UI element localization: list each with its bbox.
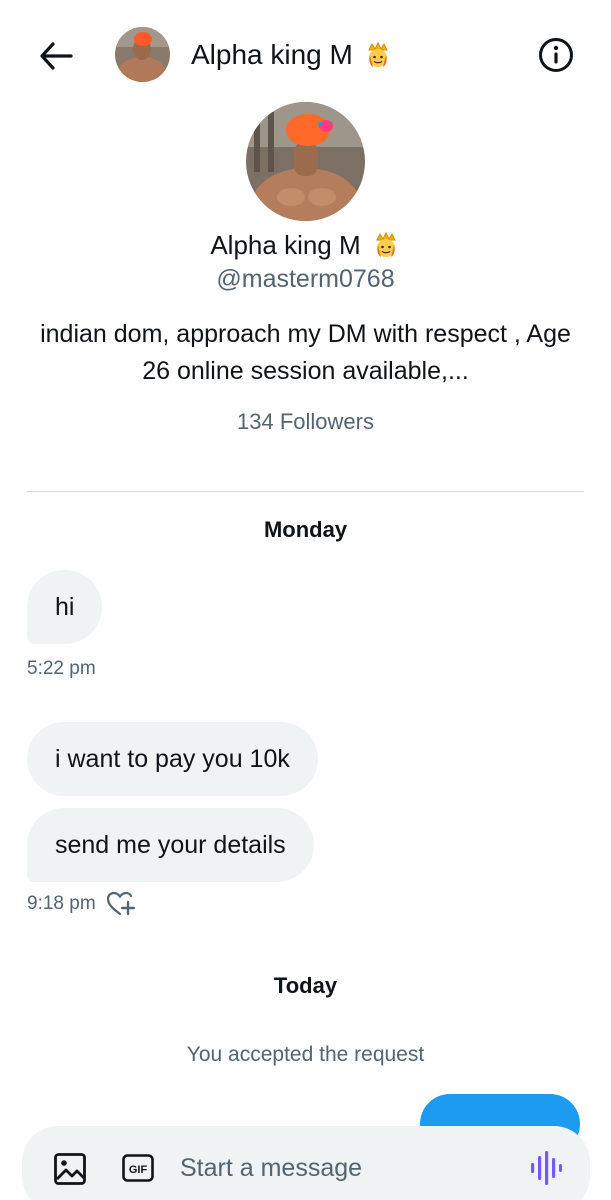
message-input[interactable] bbox=[180, 1150, 500, 1186]
crown-emoji-icon bbox=[368, 41, 388, 67]
message-bubble[interactable]: send me your details bbox=[27, 808, 314, 882]
add-reaction-icon[interactable] bbox=[106, 890, 136, 918]
header-avatar[interactable] bbox=[115, 27, 170, 82]
profile-handle: @masterm0768 bbox=[216, 265, 395, 293]
back-button[interactable] bbox=[36, 36, 76, 76]
crown-emoji-icon bbox=[375, 231, 396, 257]
message-text: hi bbox=[55, 593, 75, 621]
profile-avatar[interactable] bbox=[246, 102, 365, 221]
header-name-text: Alpha king M bbox=[191, 39, 353, 70]
voice-wave-icon[interactable] bbox=[527, 1148, 563, 1188]
profile-name: Alpha king M bbox=[0, 228, 611, 262]
request-accepted-note: You accepted the request bbox=[186, 1043, 425, 1066]
profile-followers-link[interactable]: 134 Followers bbox=[0, 406, 611, 438]
message-composer: GIF bbox=[22, 1126, 590, 1200]
conversation-info-button[interactable] bbox=[536, 35, 576, 75]
conversation-header: Alpha king M bbox=[0, 0, 611, 108]
message-timestamp: 9:18 pm bbox=[27, 893, 96, 914]
back-arrow-icon bbox=[40, 42, 73, 70]
divider bbox=[27, 491, 584, 492]
profile-bio: indian dom, approach my DM with respect … bbox=[40, 320, 571, 385]
gif-label: GIF bbox=[129, 1164, 148, 1176]
header-name[interactable]: Alpha king M bbox=[191, 37, 393, 73]
message-text: send me your details bbox=[55, 831, 286, 859]
info-icon bbox=[539, 38, 573, 72]
message-bubble[interactable]: hi bbox=[27, 570, 103, 644]
gif-button[interactable]: GIF bbox=[122, 1154, 154, 1182]
profile-name-text: Alpha king M bbox=[210, 230, 361, 260]
message-timestamp: 5:22 pm bbox=[27, 658, 96, 679]
gif-icon: GIF bbox=[122, 1154, 154, 1182]
day-separator-monday: Monday bbox=[263, 517, 348, 542]
message-text: i want to pay you 10k bbox=[55, 745, 290, 773]
message-bubble[interactable]: i want to pay you 10k bbox=[27, 722, 318, 796]
day-separator-today: Today bbox=[273, 973, 338, 998]
image-icon[interactable] bbox=[53, 1152, 87, 1186]
